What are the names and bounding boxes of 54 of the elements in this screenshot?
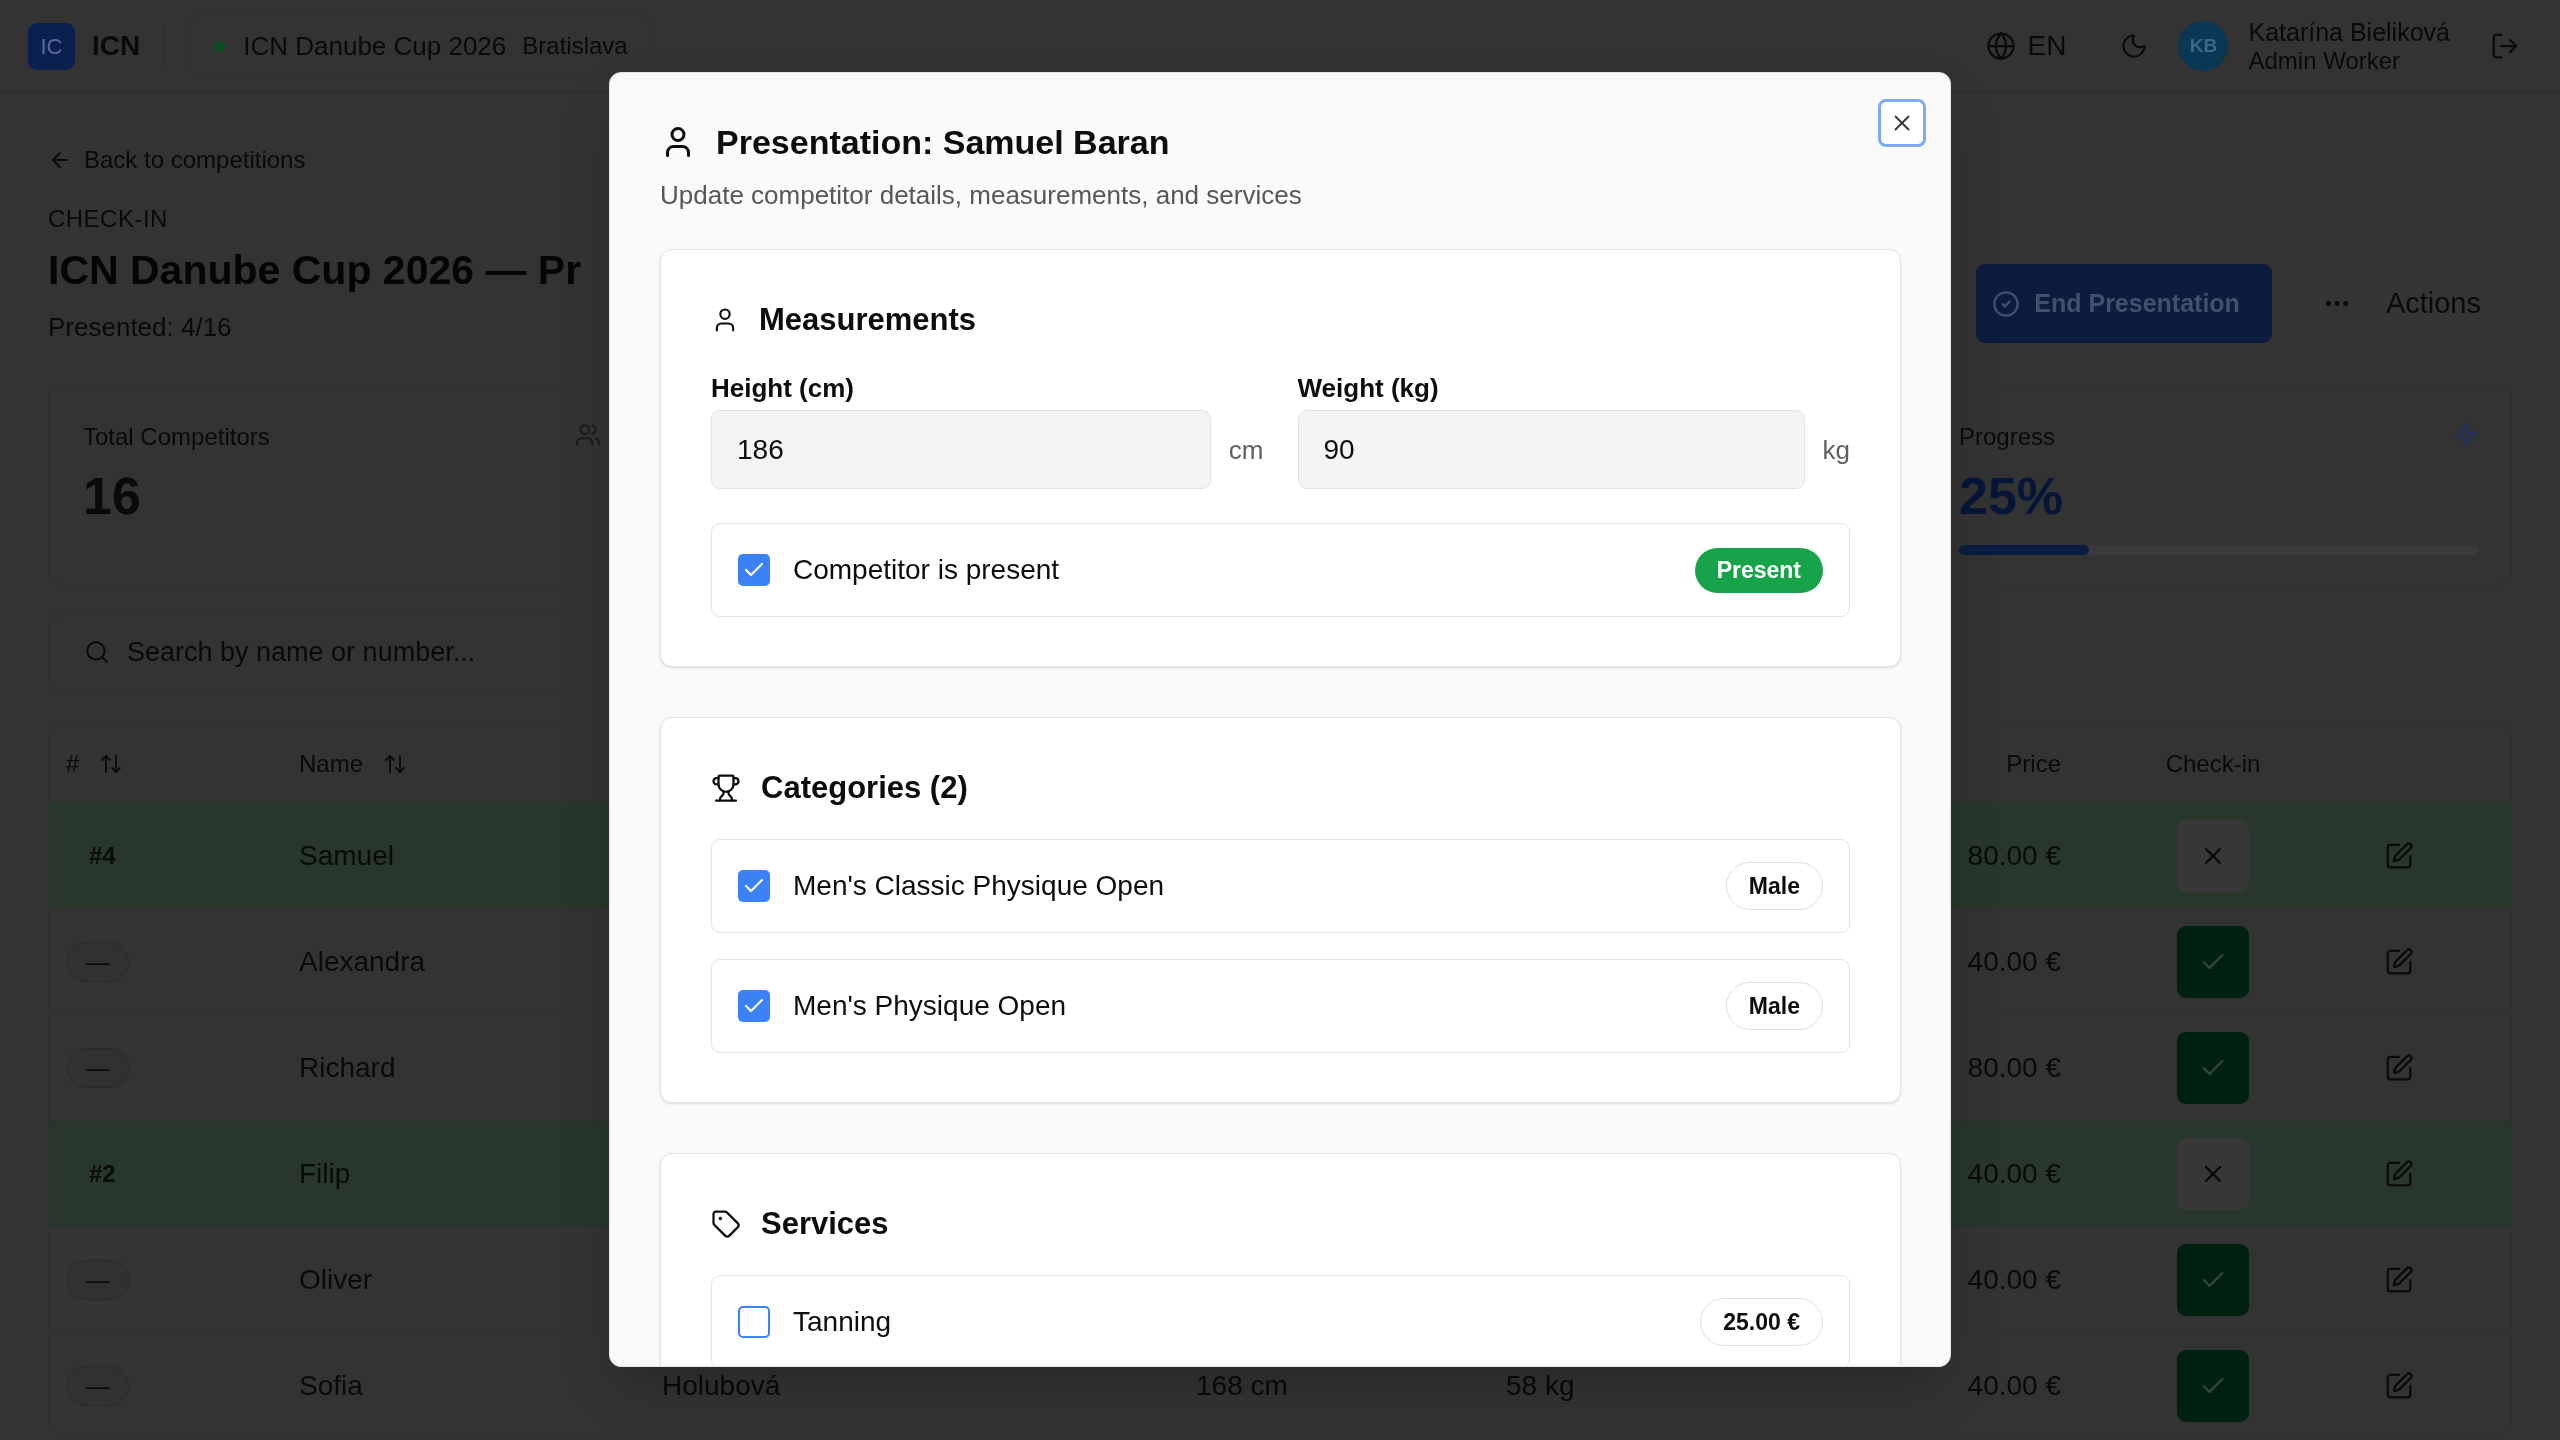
- section-title: Categories (2): [761, 769, 968, 807]
- option-badge: Male: [1725, 862, 1823, 910]
- close-button[interactable]: [1878, 99, 1926, 147]
- input-field[interactable]: 90: [1297, 410, 1805, 489]
- number-badge: —: [67, 1047, 129, 1088]
- logout-icon[interactable]: [2490, 31, 2520, 61]
- lightning-icon: [2453, 422, 2479, 448]
- section-title: Measurements: [759, 301, 977, 339]
- more-icon: [2325, 301, 2348, 306]
- option-row[interactable]: Men's Physique Open Male: [711, 959, 1850, 1053]
- checkbox[interactable]: [738, 870, 770, 902]
- option-label: Competitor is present: [793, 553, 1061, 587]
- number-badge: —: [67, 1365, 129, 1406]
- check-in-button[interactable]: [2177, 819, 2249, 892]
- option-badge: 25.00 €: [1700, 1298, 1823, 1346]
- edit-icon[interactable]: [2384, 840, 2414, 871]
- check-in-button[interactable]: [2177, 1031, 2249, 1104]
- edit-icon[interactable]: [2384, 1158, 2414, 1189]
- app-logo[interactable]: IC: [28, 22, 75, 70]
- search-icon: [84, 639, 110, 665]
- section-title: Services: [761, 1205, 889, 1243]
- option-label: Men's Physique Open: [793, 989, 1068, 1023]
- tag-icon: [711, 1209, 741, 1239]
- checkbox[interactable]: [738, 554, 770, 586]
- dialog-title: Presentation: Samuel Baran: [716, 122, 1170, 162]
- globe-icon: [1985, 31, 2016, 61]
- users-icon: [575, 422, 601, 448]
- column-header[interactable]: #: [66, 749, 124, 779]
- option-row[interactable]: Competitor is present Present: [711, 523, 1850, 617]
- status-badge: Present: [1694, 547, 1823, 593]
- checkbox[interactable]: [738, 990, 770, 1022]
- field-label: Height (cm): [711, 372, 855, 405]
- check-in-button[interactable]: [2177, 1137, 2249, 1210]
- unit-label: kg: [1822, 433, 1850, 466]
- number-badge: —: [67, 1259, 129, 1300]
- option-label: Men's Classic Physique Open: [793, 869, 1166, 903]
- option-badge: Male: [1725, 982, 1823, 1030]
- dialog-subtitle: Update competitor details, measurements, and services: [660, 179, 1303, 211]
- field-label: Weight (kg): [1297, 372, 1440, 405]
- check-in-button[interactable]: [2177, 1243, 2249, 1316]
- option-row[interactable]: Men's Classic Physique Open Male: [711, 839, 1850, 933]
- unit-label: cm: [1228, 433, 1264, 466]
- check-in-button[interactable]: [2177, 925, 2249, 998]
- trophy-icon: [711, 773, 741, 803]
- edit-icon[interactable]: [2384, 946, 2414, 977]
- edit-icon[interactable]: [2384, 1264, 2414, 1295]
- check-in-button[interactable]: [2177, 1349, 2249, 1422]
- check-circle-icon: [1992, 289, 2021, 318]
- number-badge: —: [67, 941, 129, 982]
- input-field[interactable]: 186: [711, 410, 1211, 489]
- edit-icon[interactable]: [2384, 1370, 2414, 1401]
- edit-icon[interactable]: [2384, 1052, 2414, 1083]
- option-row[interactable]: Tanning 25.00 €: [711, 1275, 1850, 1366]
- checkbox[interactable]: [738, 1306, 770, 1338]
